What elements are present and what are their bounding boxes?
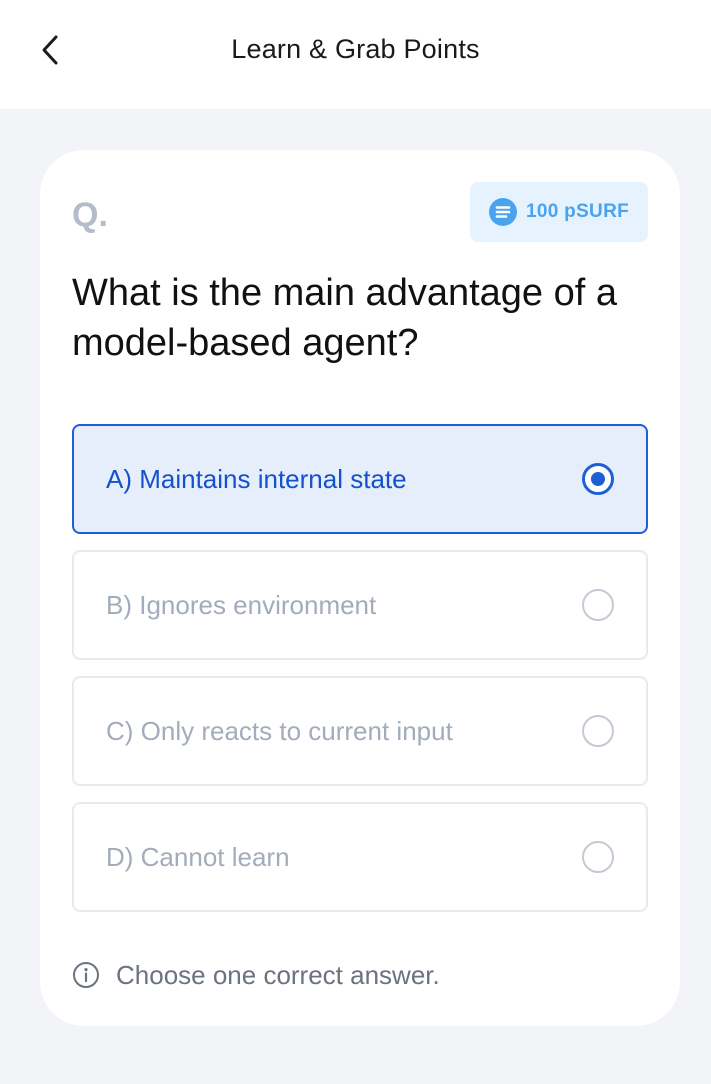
option-a-label: A) Maintains internal state [106,464,407,494]
option-c[interactable]: C) Only reacts to current input [72,676,648,786]
radio-selected[interactable] [582,463,614,495]
reward-badge: 100 pSURF [470,182,648,242]
answer-options: A) Maintains internal state B) Ignores e… [72,424,648,928]
reward-amount: 100 pSURF [525,201,629,222]
radio-dot [591,472,605,486]
option-d-label: D) Cannot learn [106,842,290,872]
psurf-token-icon [488,198,517,226]
info-icon [73,962,99,988]
option-b[interactable]: B) Ignores environment [72,550,648,660]
option-b-label: B) Ignores environment [106,590,377,620]
question-text: What is the main advantage of a model-ba… [72,272,617,364]
option-c-label: C) Only reacts to current input [106,716,453,746]
page-title: Learn & Grab Points [231,34,480,64]
radio-unselected[interactable] [582,715,614,747]
question-card: Q. 100 pSURF What is the main advantage … [40,150,680,1026]
hint-text: Choose one correct answer. [116,959,440,990]
top-bar: Learn & Grab Points [0,0,711,109]
radio-unselected[interactable] [582,589,614,621]
option-d[interactable]: D) Cannot learn [72,802,648,912]
hint-row: Choose one correct answer. [72,958,440,992]
radio-unselected[interactable] [582,841,614,873]
question-mark-label: Q. [72,196,108,234]
option-a[interactable]: A) Maintains internal state [72,424,648,534]
